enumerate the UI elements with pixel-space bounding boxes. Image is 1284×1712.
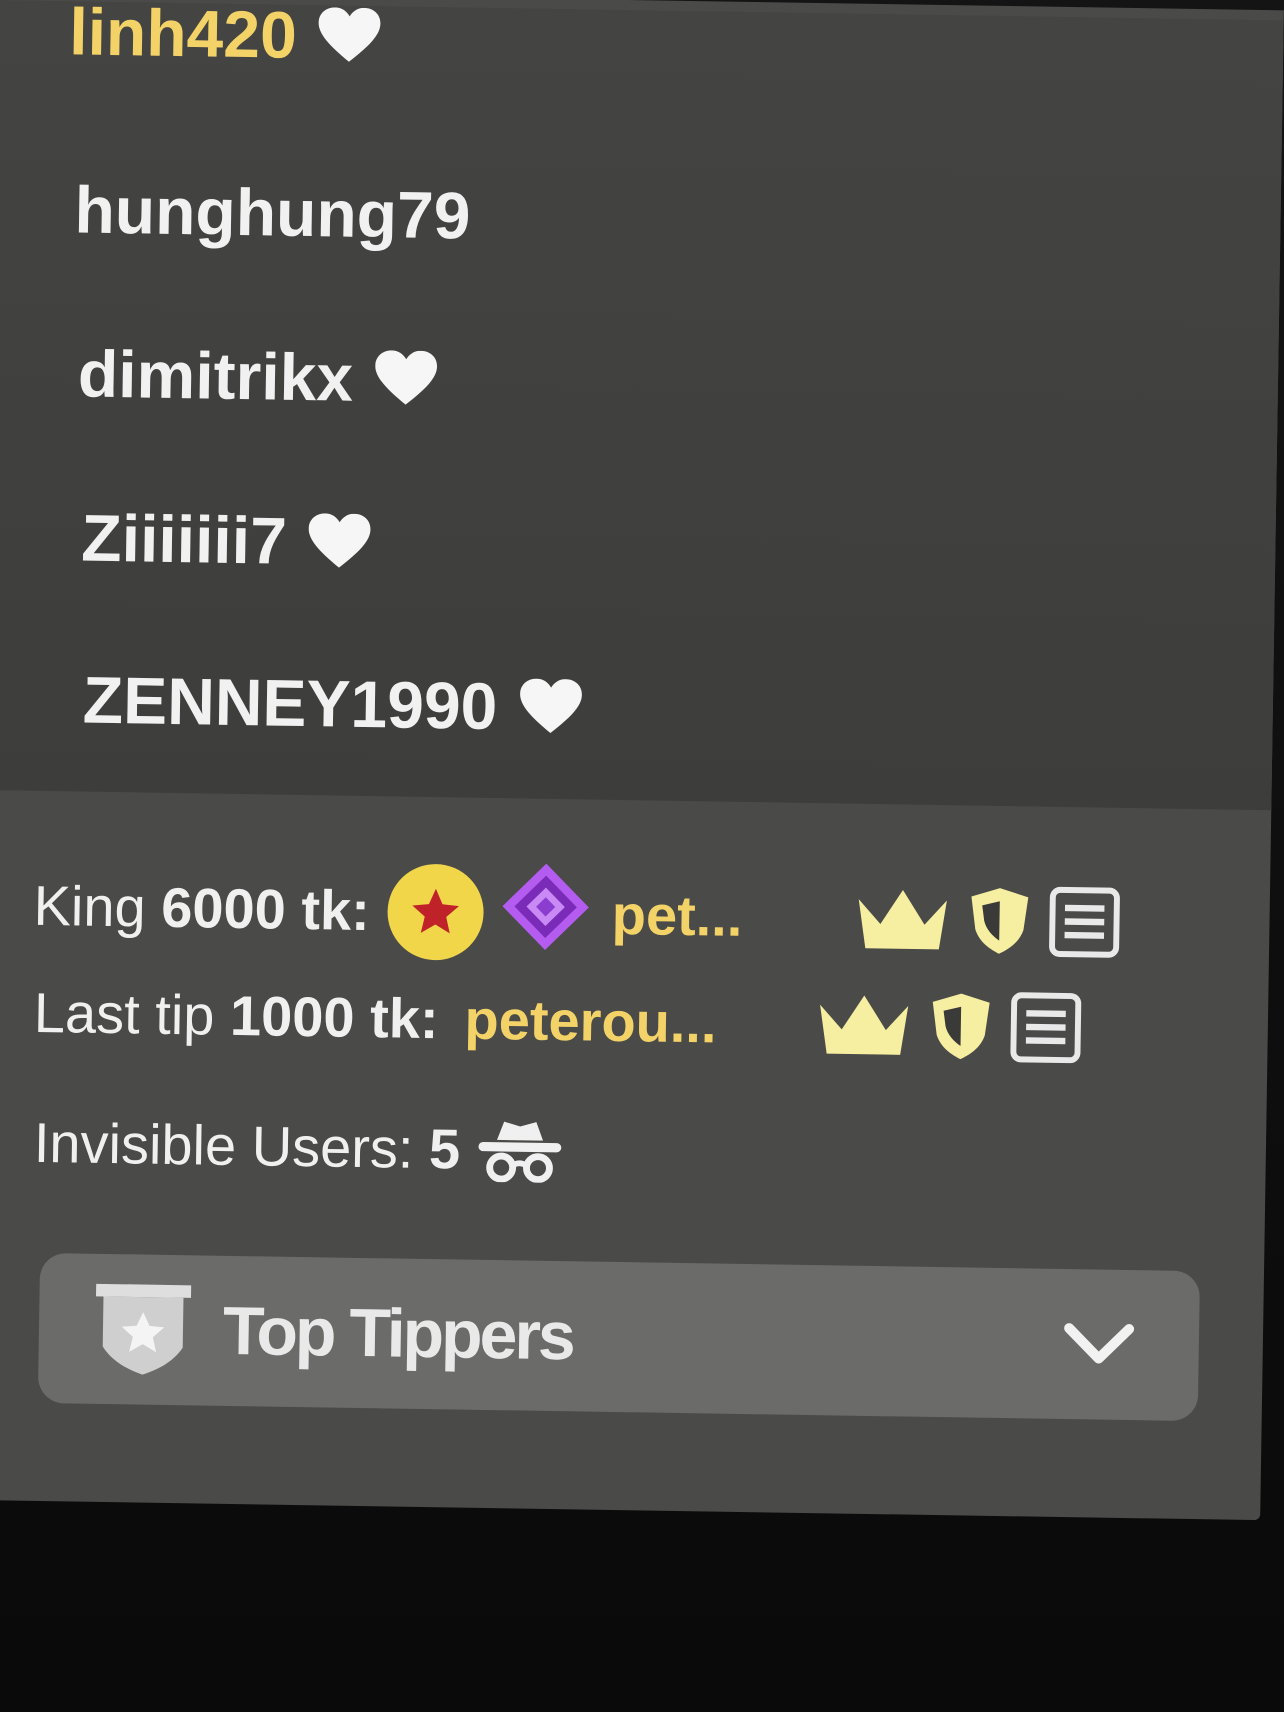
incognito-icon: [478, 1121, 562, 1184]
top-tippers-button[interactable]: Top Tippers: [37, 1252, 1201, 1422]
crown-icon: [858, 889, 948, 949]
screen: linh420 hunghung79 dimitrikx Ziiiiiii7 Z…: [0, 0, 1284, 1712]
trophy-shield-icon: [95, 1283, 192, 1375]
king-username[interactable]: pet...: [611, 882, 842, 951]
username[interactable]: hunghung79: [74, 171, 471, 253]
king-badges: [853, 881, 1122, 959]
user-row-linh420[interactable]: linh420: [69, 0, 382, 74]
crown-icon: [819, 995, 908, 1055]
chat-panel: linh420 hunghung79 dimitrikx Ziiiiiii7 Z…: [0, 0, 1284, 1521]
user-row-zenney1990[interactable]: ZENNEY1990: [82, 662, 582, 746]
user-row-hunghung79[interactable]: hunghung79: [74, 171, 471, 253]
last-tip-username[interactable]: peterou...: [464, 986, 807, 1056]
username[interactable]: ZENNEY1990: [82, 662, 498, 745]
username[interactable]: linh420: [69, 0, 298, 73]
invisible-users-count: 5: [428, 1116, 461, 1181]
diamond-icon: [497, 858, 595, 968]
last-tip-badges: [814, 987, 1083, 1065]
invisible-users-row: Invisible Users: 5: [33, 1109, 566, 1184]
top-tippers-label: Top Tippers: [222, 1292, 574, 1375]
room-info: King 6000 tk: pet... Last tip 1000 tk: p…: [33, 851, 1236, 1184]
notes-icon[interactable]: [1047, 884, 1122, 959]
heart-icon: [519, 678, 582, 733]
last-tip-row: Last tip 1000 tk: peterou...: [33, 975, 1083, 1065]
username[interactable]: dimitrikx: [77, 335, 353, 415]
username[interactable]: Ziiiiiii7: [81, 500, 288, 579]
king-amount: 6000 tk:: [160, 875, 371, 943]
heart-icon: [309, 513, 371, 568]
star-coin-icon: [387, 862, 485, 961]
user-row-ziiiiiii7[interactable]: Ziiiiiii7: [81, 500, 372, 581]
king-label: King: [33, 873, 147, 939]
shield-icon: [932, 993, 990, 1060]
user-list: linh420 hunghung79 dimitrikx Ziiiiiii7 Z…: [0, 0, 1284, 811]
last-tip-amount: 1000 tk:: [229, 983, 440, 1050]
notes-icon[interactable]: [1008, 990, 1083, 1065]
last-tip-label: Last tip: [33, 980, 215, 1047]
shield-icon: [971, 887, 1029, 954]
user-row-dimitrikx[interactable]: dimitrikx: [77, 335, 438, 417]
heart-icon: [375, 350, 438, 405]
invisible-users-label: Invisible Users:: [33, 1110, 415, 1180]
king-row: King 6000 tk: pet...: [33, 851, 1123, 977]
heart-icon: [319, 7, 381, 62]
chevron-down-icon[interactable]: [1060, 1320, 1137, 1369]
